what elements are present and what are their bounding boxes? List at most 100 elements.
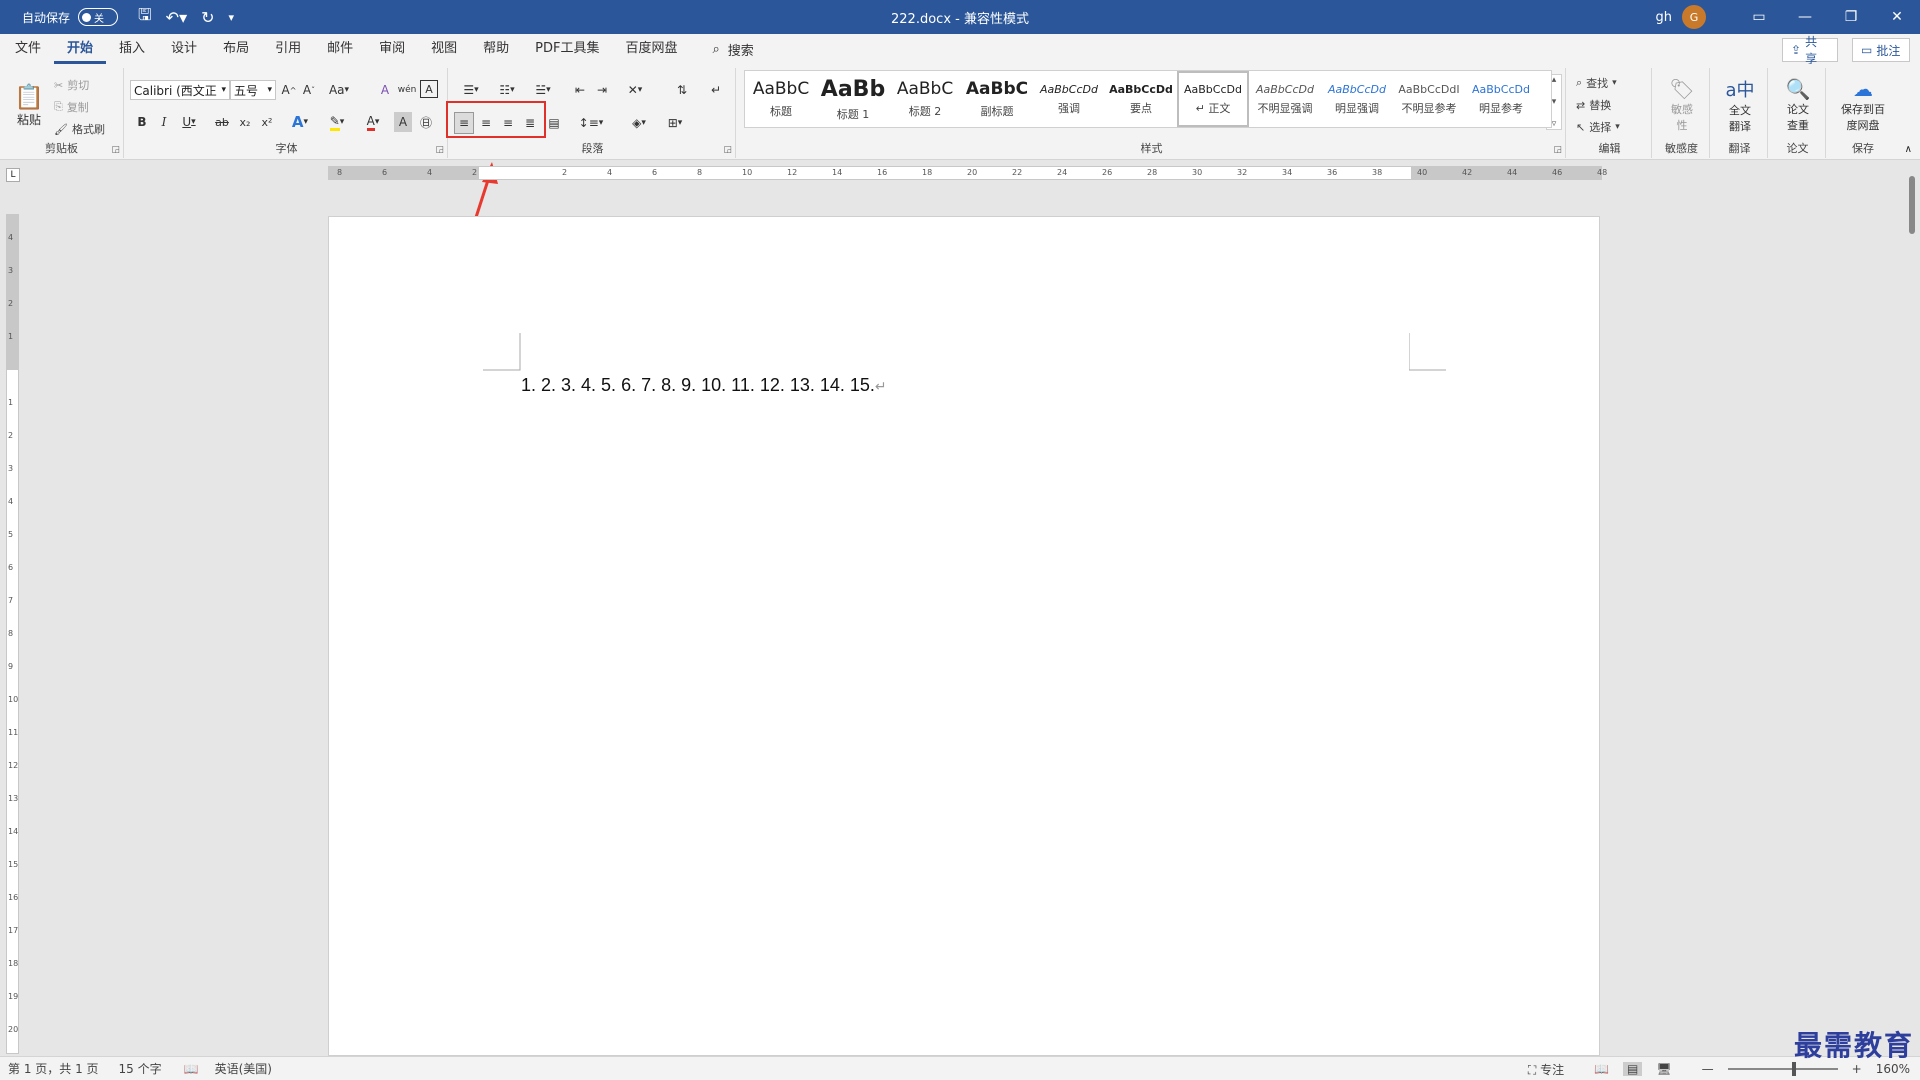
minimize-icon[interactable]: —	[1782, 0, 1828, 34]
avatar[interactable]: G	[1682, 5, 1706, 29]
increase-indent-icon[interactable]: ⇥	[592, 80, 612, 100]
superscript-button[interactable]: x²	[258, 112, 276, 132]
bullets-button[interactable]: ☰ ▾	[456, 80, 486, 100]
style-tile-2[interactable]: AaBbC 标题 2	[889, 71, 961, 127]
copy-button[interactable]: ⎘ 复制	[54, 98, 89, 116]
sort-icon[interactable]: ⇅	[672, 80, 692, 100]
style-tile-10[interactable]: AaBbCcDd 明显参考	[1465, 71, 1537, 127]
numbering-button[interactable]: ☷ ▾	[492, 80, 522, 100]
tab-1[interactable]: 开始	[54, 34, 107, 64]
zoom-in-icon[interactable]: +	[1852, 1062, 1862, 1076]
document-paragraph[interactable]: 1. 2. 3. 4. 5. 6. 7. 8. 9. 10. 11. 12. 1…	[521, 375, 887, 396]
cut-button[interactable]: ✂ 剪切	[54, 76, 89, 94]
focus-button[interactable]: ⛶ 专注	[1528, 1061, 1564, 1078]
tab-4[interactable]: 布局	[210, 34, 262, 64]
format-painter-button[interactable]: 🖌 格式刷	[54, 120, 105, 138]
paper-check-button[interactable]: 🔍 论文查重	[1776, 72, 1820, 138]
font-name-combo[interactable]: Calibri (西文正 ▾	[130, 80, 230, 100]
paste-button[interactable]: 📋 粘贴	[10, 74, 48, 136]
replace-button[interactable]: ⇄ 替换	[1576, 96, 1611, 114]
text-effects-button[interactable]: A ▾	[286, 112, 314, 132]
ribbon-display-icon[interactable]: ▭	[1736, 0, 1782, 34]
highlight-button[interactable]: ✎ ▾	[322, 112, 352, 132]
style-tile-3[interactable]: AaBbC 副标题	[961, 71, 1033, 127]
close-icon[interactable]: ✕	[1874, 0, 1920, 34]
clear-formatting-icon[interactable]: A	[376, 80, 394, 100]
redo-icon[interactable]: ↻	[201, 8, 214, 27]
more-icon[interactable]: ▿	[1552, 119, 1557, 129]
autosave-toggle[interactable]: 关	[78, 8, 119, 26]
style-tile-8[interactable]: AaBbCcDd 明显强调	[1321, 71, 1393, 127]
tab-8[interactable]: 视图	[418, 34, 470, 64]
document-page[interactable]: 1. 2. 3. 4. 5. 6. 7. 8. 9. 10. 11. 12. 1…	[328, 216, 1600, 1056]
font-size-combo[interactable]: 五号 ▾	[230, 80, 276, 100]
style-tile-0[interactable]: AaBbC 标题	[745, 71, 817, 127]
subscript-button[interactable]: x₂	[236, 112, 254, 132]
asian-layout-button[interactable]: ✕ ▾	[620, 80, 650, 100]
character-shading-icon[interactable]: A	[394, 112, 412, 132]
decrease-indent-icon[interactable]: ⇤	[570, 80, 590, 100]
find-button[interactable]: ⌕ 查找 ▾	[1576, 74, 1617, 92]
undo-icon[interactable]: ↶▾	[166, 8, 187, 27]
tab-6[interactable]: 邮件	[314, 34, 366, 64]
comment-button[interactable]: ▭ 批注	[1852, 38, 1910, 62]
grow-font-icon[interactable]: A ^	[280, 80, 298, 100]
tab-10[interactable]: PDF工具集	[522, 34, 612, 64]
page-count[interactable]: 第 1 页，共 1 页	[8, 1060, 99, 1077]
tab-selector[interactable]: L	[6, 168, 20, 182]
print-layout-icon[interactable]: ▤	[1623, 1062, 1643, 1076]
show-marks-icon[interactable]: ↵	[706, 80, 726, 100]
save-icon[interactable]: 🖫	[138, 4, 152, 31]
tab-7[interactable]: 审阅	[366, 34, 418, 64]
collapse-ribbon-icon[interactable]: ∧	[1905, 144, 1912, 155]
search-box[interactable]: ⌕ 搜索	[713, 40, 754, 59]
tab-0[interactable]: 文件	[2, 34, 54, 64]
italic-button[interactable]: I	[156, 112, 172, 132]
select-button[interactable]: ↖ 选择 ▾	[1576, 118, 1620, 136]
tab-5[interactable]: 引用	[262, 34, 314, 64]
style-tile-9[interactable]: AaBbCcDdI 不明显参考	[1393, 71, 1465, 127]
font-color-button[interactable]: A ▾	[358, 112, 388, 132]
chevron-up-icon[interactable]: ▴	[1552, 75, 1557, 85]
web-layout-icon[interactable]: 🖥	[1656, 1062, 1671, 1076]
sensitivity-button[interactable]: 🏷 敏感性	[1660, 72, 1704, 138]
customize-toolbar-icon[interactable]: ▾	[229, 11, 235, 24]
vertical-ruler[interactable]: 4 3 2 1 1 2 3 4 5 6 7 8 9 10 11 12 13 14 15 16 17 18 19 20	[6, 214, 19, 1054]
scrollbar-thumb[interactable]	[1909, 176, 1915, 234]
style-tile-6[interactable]: AaBbCcDd ↵ 正文	[1177, 71, 1249, 127]
borders-button[interactable]: ⊞ ▾	[658, 112, 692, 134]
distributed-button[interactable]: ▤	[544, 112, 564, 134]
character-border-icon[interactable]: A	[420, 80, 438, 98]
zoom-level[interactable]: 160%	[1876, 1062, 1910, 1076]
style-tile-5[interactable]: AaBbCcDd 要点	[1105, 71, 1177, 127]
style-tile-1[interactable]: AaBb 标题 1	[817, 71, 889, 127]
tab-2[interactable]: 插入	[106, 34, 158, 64]
zoom-slider[interactable]	[1727, 1062, 1838, 1076]
underline-button[interactable]: U ▾	[176, 112, 202, 132]
chevron-down-icon[interactable]: ▾	[1552, 97, 1557, 107]
save-to-baidu-button[interactable]: ☁ 保存到百度网盘	[1832, 72, 1894, 138]
style-tile-4[interactable]: AaBbCcDd 强调	[1033, 71, 1105, 127]
tab-11[interactable]: 百度网盘	[612, 34, 690, 64]
strikethrough-button[interactable]: ab	[212, 112, 232, 132]
enclose-characters-icon[interactable]: ㊐	[416, 112, 436, 132]
zoom-thumb[interactable]	[1791, 1062, 1796, 1076]
phonetic-guide-icon[interactable]: wén	[398, 80, 417, 100]
share-button[interactable]: ⇪ 共享	[1782, 35, 1838, 66]
proofing-icon[interactable]: 📖	[184, 1062, 199, 1076]
shading-button[interactable]: ◈ ▾	[622, 112, 656, 134]
translate-button[interactable]: a中 全文翻译	[1718, 72, 1762, 138]
horizontal-ruler[interactable]: 8 6 4 2 2 4 6 8 10 12 14 16 18 20 22 24 26 28 30 32 34 36 38 40…	[328, 166, 1607, 180]
dialog-launcher-icon[interactable]: ◲	[111, 145, 120, 155]
user-name[interactable]: gh	[1656, 10, 1673, 25]
word-count[interactable]: 15 个字	[119, 1060, 162, 1077]
vertical-scrollbar[interactable]	[1906, 166, 1918, 1056]
line-spacing-button[interactable]: ↕≡ ▾	[576, 112, 606, 134]
zoom-out-icon[interactable]: —	[1702, 1062, 1714, 1076]
dialog-launcher-icon[interactable]: ◲	[435, 145, 444, 155]
dialog-launcher-icon[interactable]: ◲	[723, 145, 732, 155]
tab-3[interactable]: 设计	[158, 34, 210, 64]
bold-button[interactable]: B	[134, 112, 150, 132]
multilevel-list-button[interactable]: ☱ ▾	[528, 80, 558, 100]
read-mode-icon[interactable]: 📖	[1594, 1062, 1609, 1076]
